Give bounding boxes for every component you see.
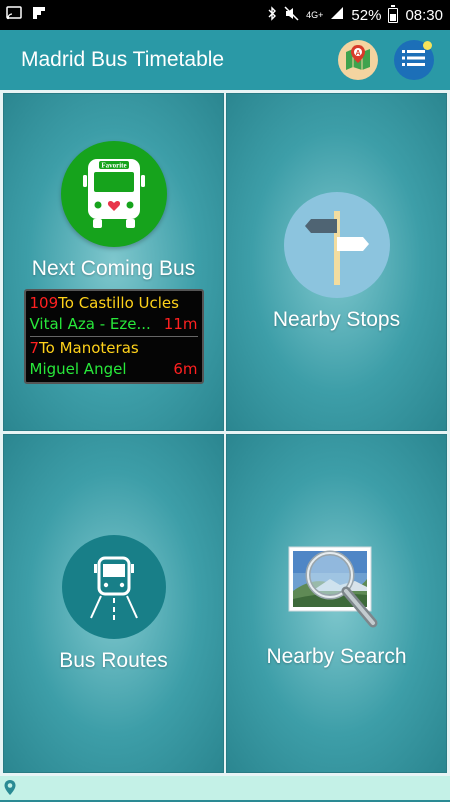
favorite-bus-icon: Favorite (60, 140, 167, 247)
menu-button[interactable] (394, 40, 434, 80)
arrival-eta: 6m (173, 360, 198, 378)
map-button[interactable]: A (338, 40, 378, 80)
flipboard-icon (32, 6, 46, 24)
arrival-eta: 11m (163, 315, 198, 333)
main-grid: Favorite Next Coming Bus 109To Castillo … (0, 90, 450, 776)
board-divider (29, 335, 198, 337)
battery-icon (388, 4, 399, 23)
arrival-line: 7 (29, 339, 40, 357)
app-bar: Madrid Bus Timetable A (0, 30, 450, 90)
magnifier-photo-icon (285, 539, 389, 635)
tile-label-nearby-search: Nearby Search (266, 644, 407, 668)
favorite-badge: Favorite (101, 161, 126, 169)
status-bar: 4G+ 52% 08:30 (0, 0, 450, 30)
arrival-stop: Vital Aza - Eze... (29, 315, 151, 333)
tile-next-coming-bus[interactable]: Favorite Next Coming Bus 109To Castillo … (3, 93, 224, 431)
arrival-row: Miguel Angel 6m (30, 359, 198, 380)
arrival-board: 109To Castillo Ucles Vital Aza - Eze... … (23, 288, 204, 384)
svg-text:A: A (355, 50, 360, 57)
battery-percent: 52% (351, 6, 382, 24)
mute-icon (284, 5, 299, 25)
tile-nearby-stops[interactable]: Nearby Stops (226, 93, 447, 431)
screen-cast-icon (6, 6, 22, 24)
tile-label-bus-routes: Bus Routes (59, 648, 168, 672)
list-menu-icon (401, 47, 427, 74)
bluetooth-icon (267, 5, 277, 25)
tile-label-nearby-stops: Nearby Stops (272, 308, 401, 331)
bus-route-icon (61, 534, 166, 639)
clock: 08:30 (405, 6, 443, 24)
signpost-icon (283, 192, 390, 298)
map-marker-icon: A (342, 42, 374, 79)
location-pin-icon[interactable] (3, 779, 17, 802)
arrival-stop: Miguel Angel (29, 360, 127, 378)
bottom-bar (0, 776, 450, 800)
tile-label-next-coming-bus: Next Coming Bus (31, 256, 196, 280)
arrival-destination: To Castillo Ucles (58, 294, 179, 312)
network-type: 4G+ (306, 9, 324, 20)
tile-bus-routes[interactable]: Bus Routes (3, 434, 224, 773)
app-title: Madrid Bus Timetable (21, 48, 225, 71)
arrival-line: 109 (29, 294, 59, 312)
notification-dot (423, 41, 432, 50)
arrival-destination: To Manoteras (39, 339, 139, 357)
arrival-row: 109To Castillo Ucles (30, 293, 198, 314)
arrival-row: Vital Aza - Eze... 11m (30, 314, 198, 335)
arrival-row: 7To Manoteras (30, 338, 198, 359)
tile-nearby-search[interactable]: Nearby Search (226, 434, 447, 773)
signal-icon (330, 6, 344, 24)
